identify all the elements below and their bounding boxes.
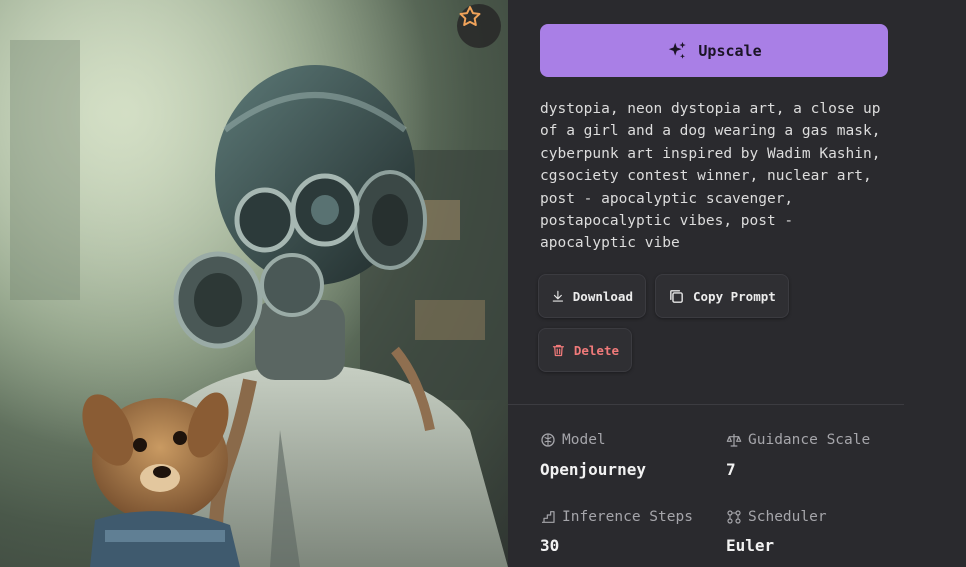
guidance-value: 7 — [726, 460, 736, 479]
prompt-text: dystopia, neon dystopia art, a close up … — [540, 101, 881, 252]
download-button[interactable]: Download — [538, 274, 646, 318]
star-icon — [459, 6, 481, 26]
steps-label-row: Inference Steps — [540, 509, 693, 525]
scale-icon — [726, 434, 742, 447]
model-label-row: Model — [540, 432, 606, 448]
model-label: Model — [562, 432, 606, 448]
nodes-icon — [727, 510, 741, 524]
brain-icon — [541, 433, 555, 447]
download-icon — [552, 290, 564, 302]
favorite-button[interactable] — [457, 4, 501, 48]
section-divider — [508, 404, 904, 405]
download-label: Download — [572, 288, 633, 304]
copy-prompt-button[interactable]: Copy Prompt — [655, 274, 789, 318]
guidance-label: Guidance Scale — [748, 432, 871, 448]
copy-icon — [670, 289, 683, 303]
copy-prompt-label: Copy Prompt — [693, 288, 776, 304]
upscale-button[interactable]: Upscale — [540, 24, 888, 77]
upscale-label: Upscale — [698, 41, 762, 60]
guidance-label-row: Guidance Scale — [726, 432, 870, 448]
trash-icon — [552, 344, 564, 356]
model-value: Openjourney — [540, 460, 646, 479]
delete-label: Delete — [573, 342, 619, 358]
artwork-illustration — [0, 0, 508, 567]
sparkles-icon — [669, 41, 687, 59]
stairs-icon — [542, 511, 555, 523]
steps-label: Inference Steps — [562, 509, 693, 525]
scheduler-value: Euler — [726, 536, 775, 555]
details-panel: Upscale dystopia, neon dystopia art, a c… — [508, 0, 966, 567]
steps-value: 30 — [540, 536, 560, 555]
scheduler-label-row: Scheduler — [726, 509, 827, 525]
scheduler-label: Scheduler — [748, 509, 827, 525]
generated-image — [0, 0, 508, 567]
delete-button[interactable]: Delete — [538, 328, 632, 372]
